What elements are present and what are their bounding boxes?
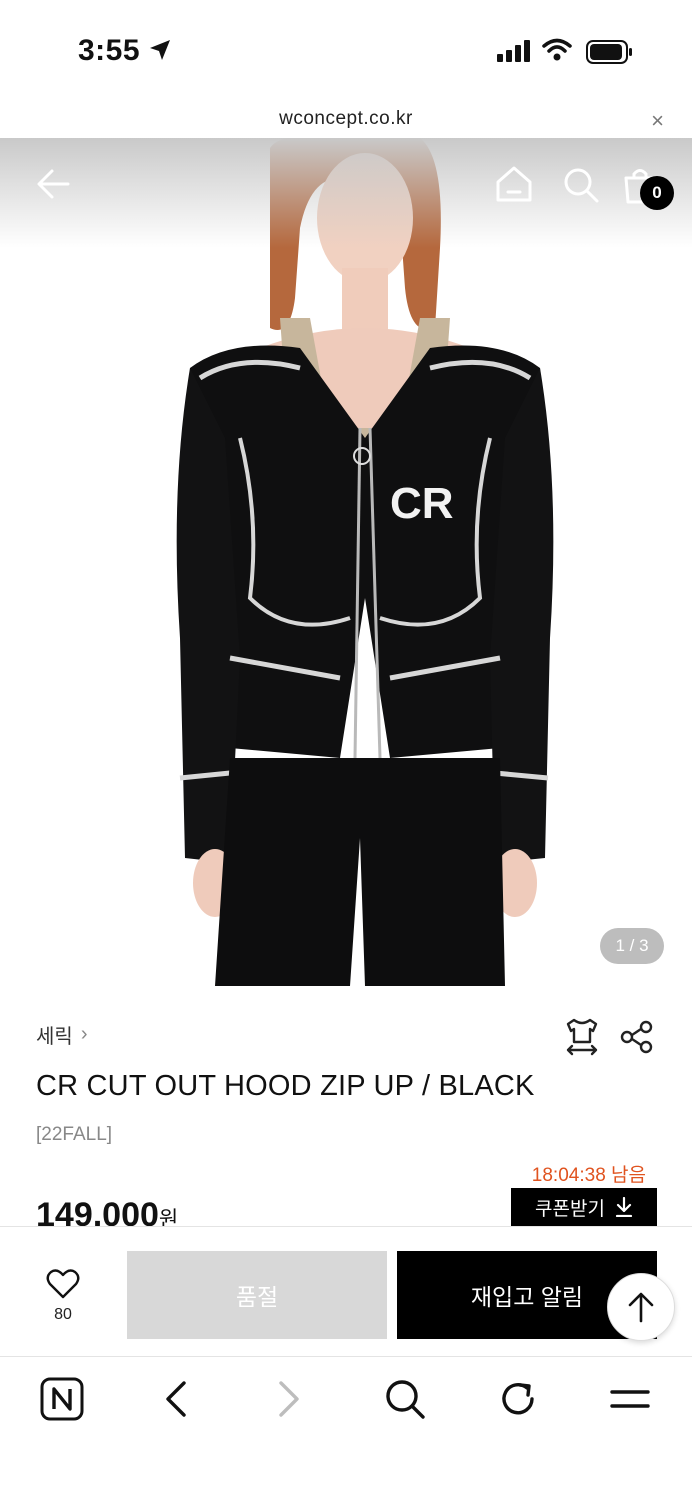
browser-forward-icon[interactable] — [275, 1377, 305, 1421]
coupon-label: 쿠폰받기 — [535, 1198, 605, 1220]
product-price: 149,000원 — [36, 1196, 178, 1226]
price-unit: 원 — [158, 1208, 179, 1226]
purchase-action-bar: 80 품절 재입고 알림 — [0, 1226, 692, 1356]
wifi-icon — [542, 38, 572, 61]
browser-back-icon[interactable] — [160, 1377, 190, 1421]
naver-n-icon[interactable] — [40, 1377, 84, 1421]
like-count: 80 — [54, 1306, 72, 1323]
url-bar[interactable]: wconcept.co.kr × — [0, 100, 692, 138]
chevron-right-icon: › — [80, 1023, 88, 1045]
brand-link[interactable]: 세릭 › — [36, 1020, 87, 1049]
product-title: CR CUT OUT HOOD ZIP UP / BLACK — [36, 1070, 535, 1102]
browser-search-icon[interactable] — [383, 1377, 427, 1421]
arrow-up-icon — [628, 1292, 654, 1323]
share-icon[interactable] — [620, 1020, 654, 1054]
location-arrow-icon — [150, 40, 170, 60]
product-photo: CR — [176, 138, 554, 986]
url-domain[interactable]: wconcept.co.kr — [0, 108, 692, 130]
status-time: 3:55 — [78, 34, 141, 67]
battery-icon — [586, 40, 632, 64]
scroll-top-button[interactable] — [607, 1273, 675, 1341]
signal-icon — [497, 40, 530, 62]
soldout-button[interactable]: 품절 — [127, 1251, 387, 1339]
search-icon[interactable] — [562, 166, 600, 204]
refresh-icon[interactable] — [496, 1377, 540, 1421]
price-value: 149,000 — [36, 1196, 159, 1226]
download-arrow-icon — [615, 1197, 633, 1217]
close-icon[interactable]: × — [651, 108, 664, 134]
product-image-gallery[interactable]: CR 0 1 / 3 — [0, 138, 692, 986]
like-button[interactable]: 80 — [38, 1269, 88, 1324]
image-counter: 1 / 3 — [600, 928, 664, 964]
coupon-button[interactable]: 쿠폰받기 — [511, 1188, 657, 1226]
cart-count-badge[interactable]: 0 — [640, 176, 674, 210]
svg-text:CR: CR — [390, 479, 454, 528]
hanger-size-icon[interactable] — [564, 1016, 600, 1056]
back-arrow-icon[interactable] — [34, 164, 74, 204]
home-icon[interactable] — [494, 164, 534, 204]
product-season: [22FALL] — [36, 1124, 113, 1145]
browser-toolbar — [0, 1356, 692, 1500]
menu-icon[interactable] — [608, 1377, 652, 1421]
coupon-timer: 18:04:38 남음 — [531, 1165, 646, 1186]
brand-name[interactable]: 세릭 — [36, 1020, 73, 1049]
heart-icon[interactable] — [46, 1269, 80, 1299]
status-bar: 3:55 — [0, 0, 692, 100]
